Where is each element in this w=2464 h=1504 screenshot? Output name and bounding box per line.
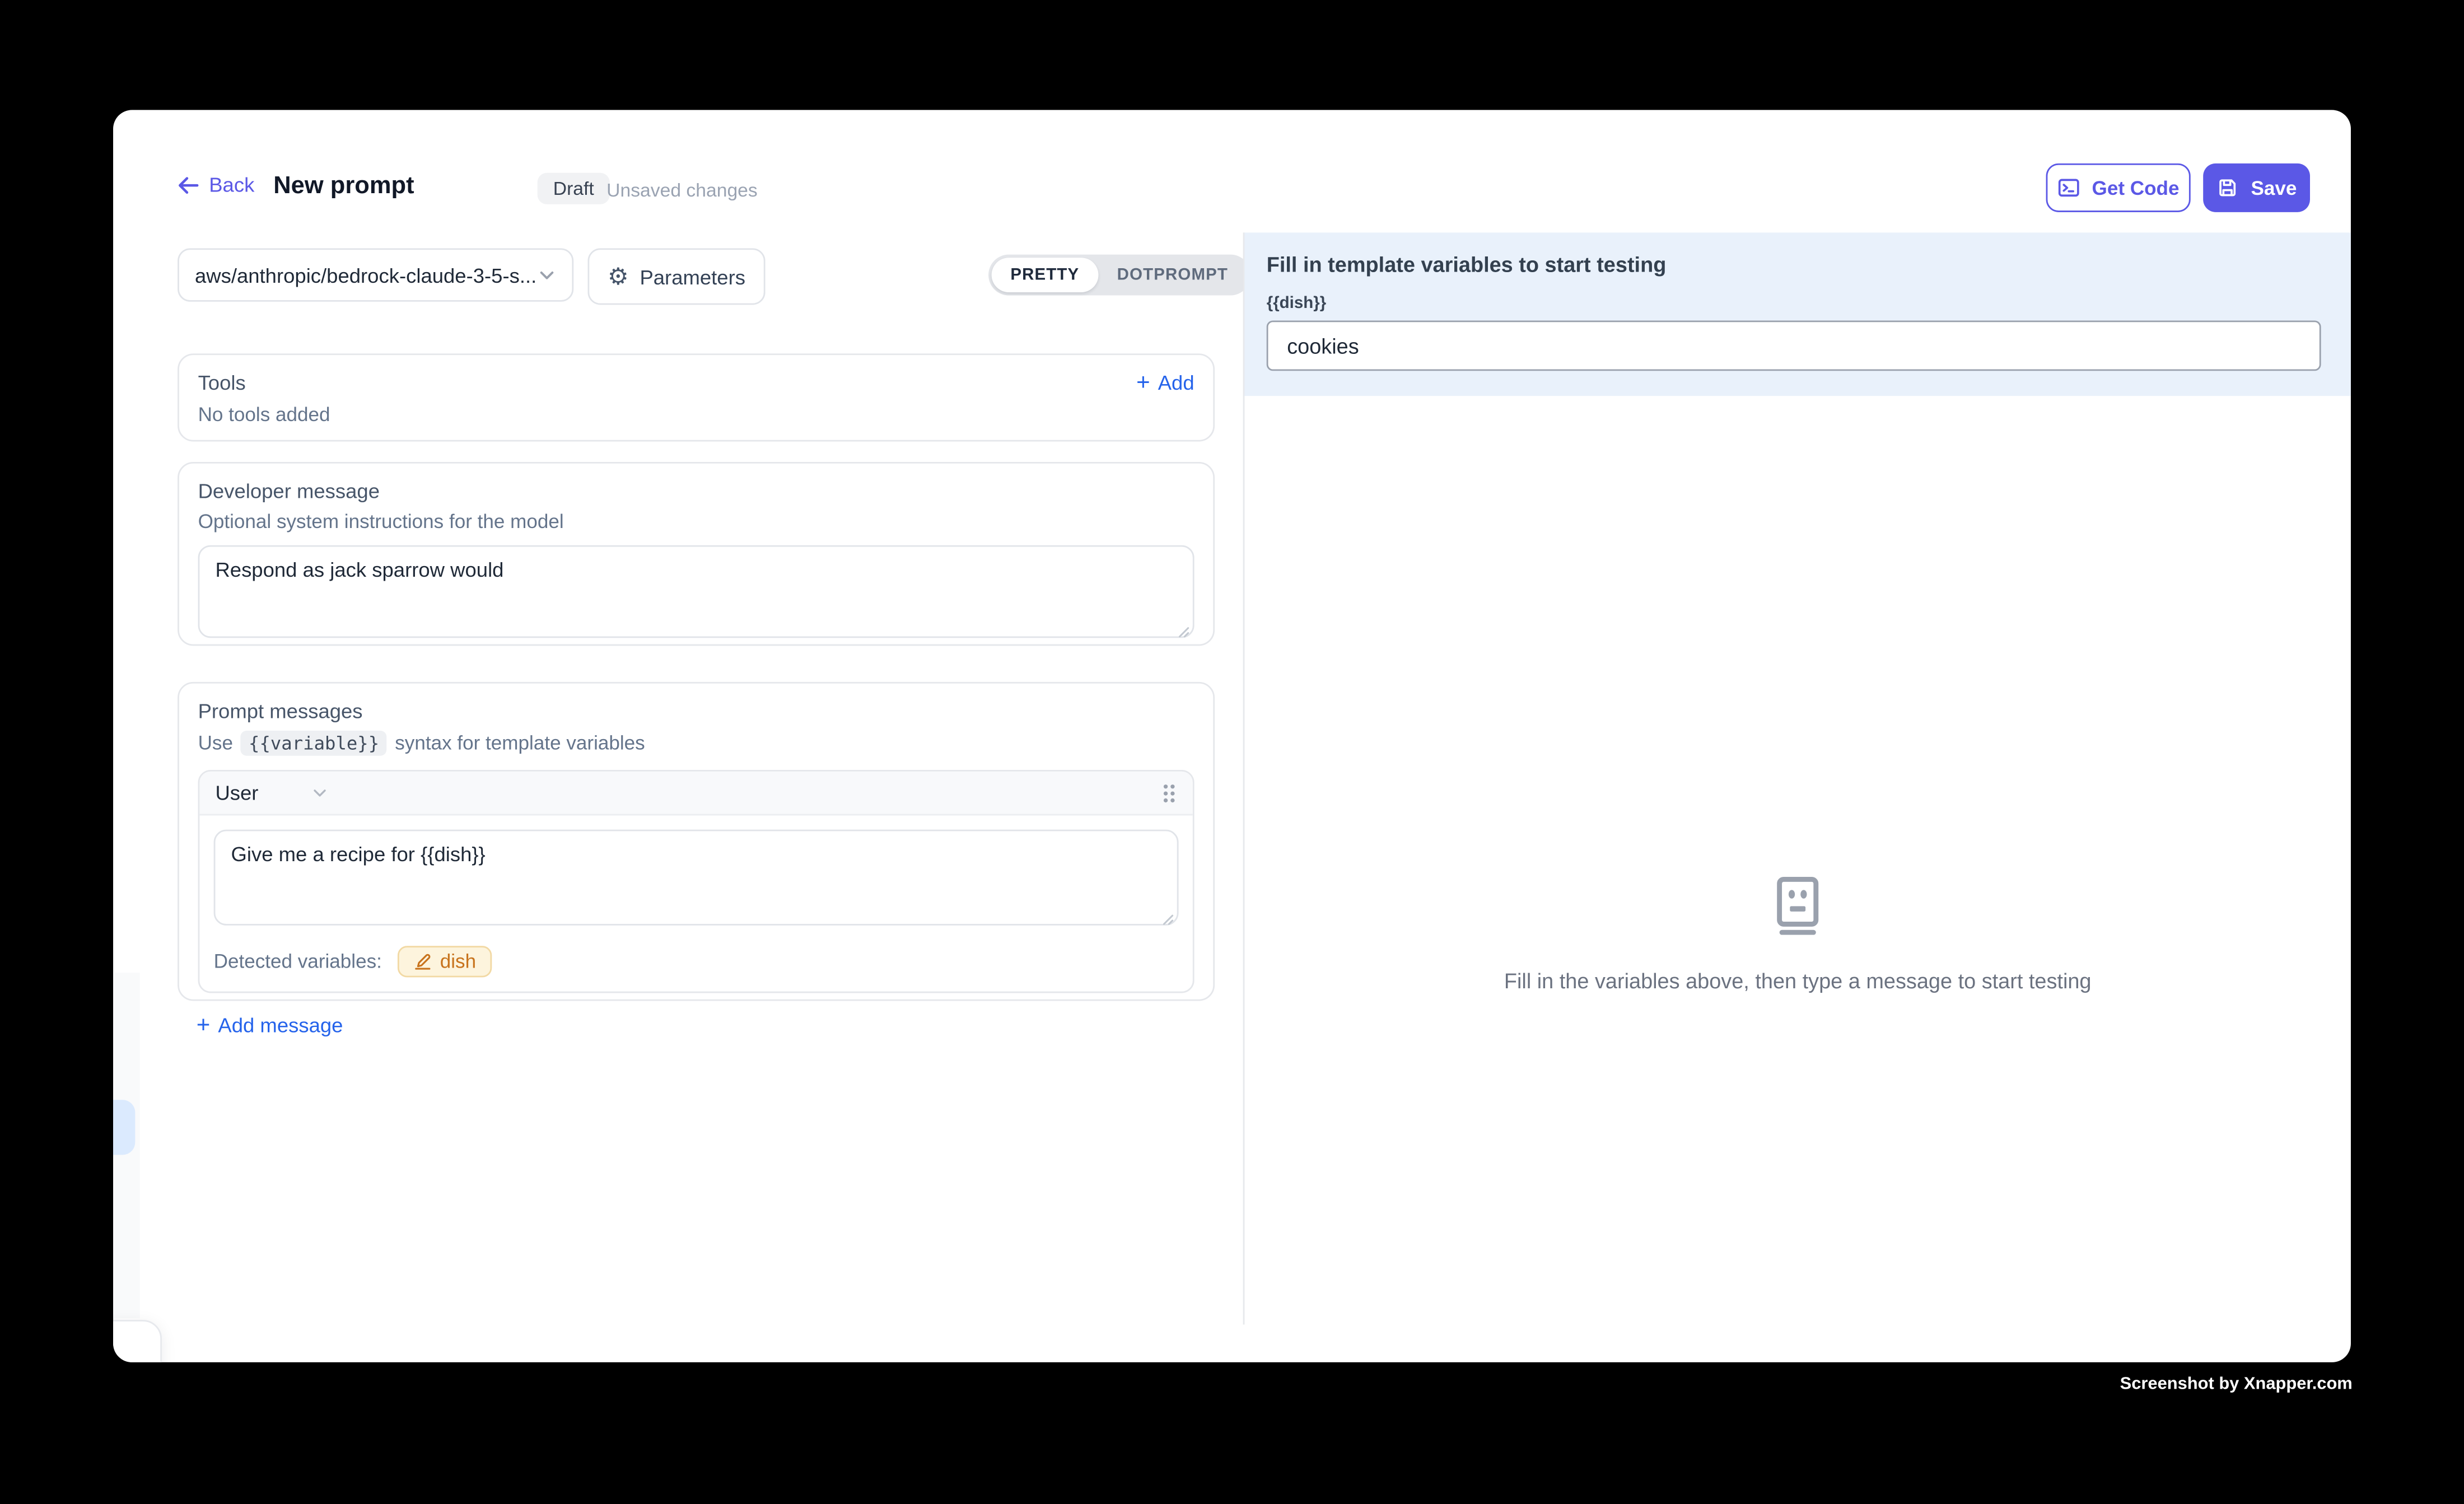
back-label: Back [209, 173, 254, 197]
hint-prefix: Use [198, 732, 233, 754]
variables-title: Fill in template variables to start test… [1267, 253, 2321, 277]
template-syntax-hint: Use {{variable}} syntax for template var… [198, 731, 1194, 756]
variable-value-input[interactable] [1267, 320, 2321, 371]
model-select[interactable]: aws/anthropic/bedrock-claude-3-5-s... [178, 248, 573, 301]
plus-icon: + [197, 1013, 211, 1037]
gear-icon: ⚙ [608, 265, 629, 288]
add-message-label: Add message [218, 1013, 343, 1037]
add-tool-button[interactable]: + Add [1136, 371, 1194, 394]
empty-state: Fill in the variables above, then type a… [1244, 875, 2351, 993]
parameters-label: Parameters [640, 265, 745, 288]
variable-label: {{dish}} [1267, 294, 2321, 313]
robot-icon [1768, 875, 1828, 935]
empty-state-text: Fill in the variables above, then type a… [1244, 969, 2351, 993]
tools-title: Tools [198, 371, 246, 394]
back-button[interactable]: Back [178, 173, 254, 197]
prompt-messages-card: Prompt messages Use {{variable}} syntax … [178, 682, 1215, 1001]
detected-variables-row: Detected variables: dish [199, 933, 1192, 992]
user-message-textarea[interactable]: Give me a recipe for {{dish}} [214, 830, 1179, 926]
status-badge: Draft [538, 173, 610, 204]
resize-grip-icon[interactable] [1175, 624, 1189, 638]
variable-chip-label: dish [440, 951, 476, 973]
save-label: Save [2251, 177, 2297, 199]
get-code-button[interactable]: Get Code [2046, 164, 2191, 212]
toggle-pretty[interactable]: PRETTY [992, 258, 1098, 292]
developer-message-title: Developer message [198, 479, 1194, 503]
test-panel: Fill in template variables to start test… [1244, 232, 2351, 1324]
chevron-down-icon [538, 265, 557, 284]
app-background: Back New prompt Draft Unsaved changes Ge… [0, 0, 2464, 1503]
chevron-down-icon [311, 784, 329, 801]
plus-icon: + [1136, 371, 1150, 394]
role-select-value: User [215, 781, 258, 805]
hint-variable-code: {{variable}} [241, 731, 387, 756]
drag-dots-icon [1161, 782, 1177, 804]
toggle-dotprompt[interactable]: DOTPROMPT [1098, 258, 1247, 292]
save-icon [2216, 176, 2240, 199]
variable-chip[interactable]: dish [398, 946, 492, 977]
prompt-message-block: User Give me a recipe for {{dish}} [198, 770, 1194, 993]
message-header: User [199, 772, 1192, 816]
add-message-button[interactable]: + Add message [197, 1013, 343, 1037]
sidebar-peek-popover [113, 1320, 162, 1362]
view-toggle: PRETTY DOTPROMPT [988, 255, 1250, 296]
sidebar-peek-active-item[interactable] [113, 1100, 135, 1155]
resize-grip-icon[interactable] [1160, 912, 1174, 926]
watermark-text: Screenshot by Xnapper.com [2120, 1375, 2353, 1394]
developer-message-subtitle: Optional system instructions for the mod… [198, 511, 1194, 533]
page-title: New prompt [273, 173, 414, 202]
app-window: Back New prompt Draft Unsaved changes Ge… [113, 110, 2351, 1362]
terminal-icon [2057, 176, 2081, 199]
role-select[interactable]: User [215, 781, 328, 805]
pencil-icon [413, 952, 432, 971]
parameters-button[interactable]: ⚙ Parameters [587, 248, 765, 305]
developer-message-card: Developer message Optional system instru… [178, 462, 1215, 646]
prompt-messages-title: Prompt messages [198, 699, 1194, 723]
detected-variables-label: Detected variables: [214, 951, 382, 973]
template-variables-section: Fill in template variables to start test… [1244, 232, 2351, 396]
tools-card: Tools + Add No tools added [178, 353, 1215, 441]
save-button[interactable]: Save [2203, 164, 2310, 212]
tools-empty-text: No tools added [198, 404, 1194, 426]
developer-message-textarea[interactable]: Respond as jack sparrow would [198, 545, 1194, 638]
get-code-label: Get Code [2092, 177, 2180, 199]
unsaved-changes-text: Unsaved changes [606, 179, 758, 201]
back-arrow-icon [178, 175, 199, 194]
drag-handle[interactable] [1161, 782, 1177, 804]
model-select-value: aws/anthropic/bedrock-claude-3-5-s... [195, 263, 536, 287]
add-tool-label: Add [1158, 371, 1194, 394]
hint-suffix: syntax for template variables [395, 732, 645, 754]
